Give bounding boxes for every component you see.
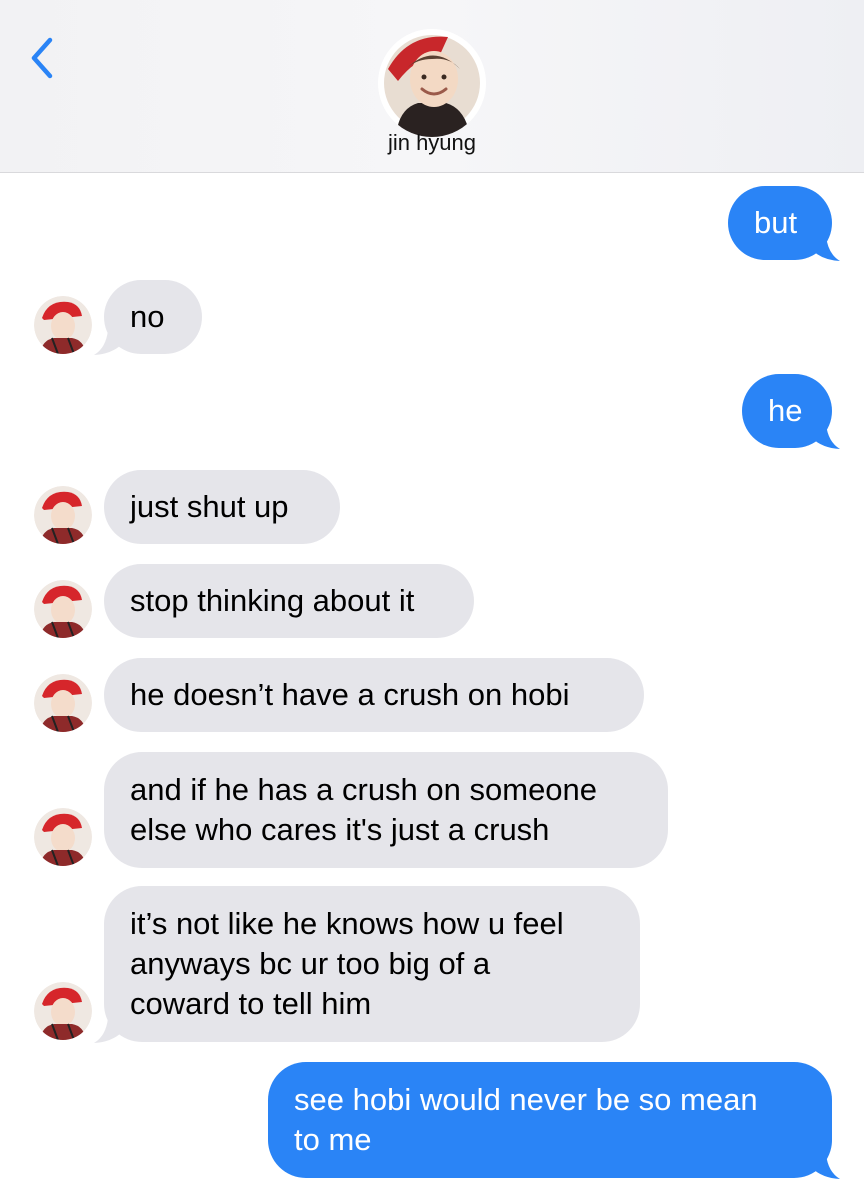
message-text: and if he has a crush on someone else wh… [130,772,598,847]
back-button[interactable] [24,32,64,84]
avatar-photo-icon [34,296,92,354]
message-text: it’s not like he knows how u feel anyway… [130,906,564,1021]
message-text: see hobi would never be so mean to me [294,1082,758,1157]
avatar-photo-icon [34,808,92,866]
message-text: stop thinking about it [130,583,415,618]
message-text: no [130,299,165,334]
message-incoming[interactable]: and if he has a crush on someone else wh… [104,752,668,868]
conversation-header: jin hyung [0,0,864,173]
contact-name[interactable]: jin hyung [0,130,864,156]
contact-avatar[interactable] [378,29,486,137]
bubble-tail [812,236,840,261]
bubble-tail [812,424,840,449]
avatar-photo-icon [34,674,92,732]
sender-avatar[interactable] [34,808,92,866]
message-incoming[interactable]: stop thinking about it [104,564,474,638]
sender-avatar[interactable] [34,486,92,544]
bubble-tail [94,1018,122,1043]
message-text: but [754,205,798,240]
message-outgoing[interactable]: see hobi would never be so mean to me [268,1062,832,1178]
sender-avatar[interactable] [34,580,92,638]
message-text: just shut up [130,489,289,524]
message-incoming[interactable]: it’s not like he knows how u feel anyway… [104,886,640,1042]
avatar-photo-icon [34,580,92,638]
bubble-tail [812,1154,840,1179]
message-text: he [768,393,803,428]
chevron-left-icon [31,37,53,79]
message-text: he doesn’t have a crush on hobi [130,677,570,712]
bubble-tail [94,330,122,355]
contact-photo-icon [378,29,486,137]
sender-avatar[interactable] [34,296,92,354]
message-incoming[interactable]: he doesn’t have a crush on hobi [104,658,644,732]
avatar-photo-icon [34,486,92,544]
avatar-photo-icon [34,982,92,1040]
sender-avatar[interactable] [34,674,92,732]
sender-avatar[interactable] [34,982,92,1040]
message-incoming[interactable]: just shut up [104,470,340,544]
